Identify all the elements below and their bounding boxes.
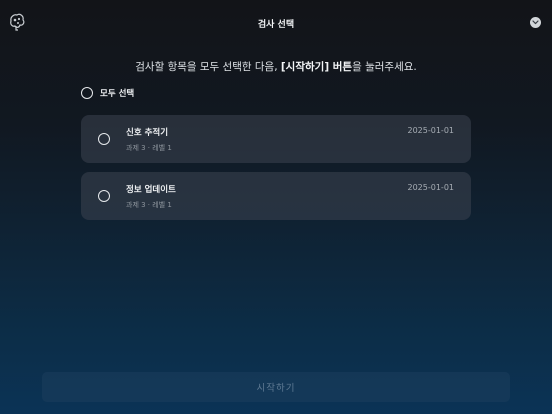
- test-date: 2025-01-01: [407, 126, 455, 135]
- test-title: 신호 추적기: [126, 128, 169, 138]
- select-all-label: 모두 선택: [100, 89, 135, 99]
- test-date: 2025-01-01: [407, 183, 455, 192]
- test-subtitle: 과제 3 · 레벨 1: [126, 201, 172, 209]
- collapse-button[interactable]: [530, 17, 541, 28]
- radio-unchecked-icon[interactable]: [81, 87, 93, 99]
- test-card-signal-tracker[interactable]: 신호 추적기 과제 3 · 레벨 1 2025-01-01: [81, 115, 471, 163]
- instruction-suffix: 을 눌러주세요.: [352, 61, 417, 73]
- page-title: 검사 선택: [257, 20, 295, 30]
- start-button[interactable]: 시작하기: [42, 372, 510, 402]
- test-title: 정보 업데이트: [126, 185, 176, 195]
- test-subtitle: 과제 3 · 레벨 1: [126, 144, 172, 152]
- radio-unchecked-icon[interactable]: [98, 133, 110, 145]
- radio-unchecked-icon[interactable]: [98, 190, 110, 202]
- select-all-toggle[interactable]: 모두 선택: [81, 87, 134, 99]
- instruction-prefix: 검사할 항목을 모두 선택한 다음,: [135, 61, 281, 73]
- test-card-info-update[interactable]: 정보 업데이트 과제 3 · 레벨 1 2025-01-01: [81, 172, 471, 220]
- instruction-text: 검사할 항목을 모두 선택한 다음, [시작하기] 버튼을 눌러주세요.: [0, 59, 552, 74]
- start-button-label: 시작하기: [256, 383, 296, 394]
- instruction-highlight: [시작하기] 버튼: [280, 61, 353, 73]
- chevron-down-icon: [532, 20, 539, 25]
